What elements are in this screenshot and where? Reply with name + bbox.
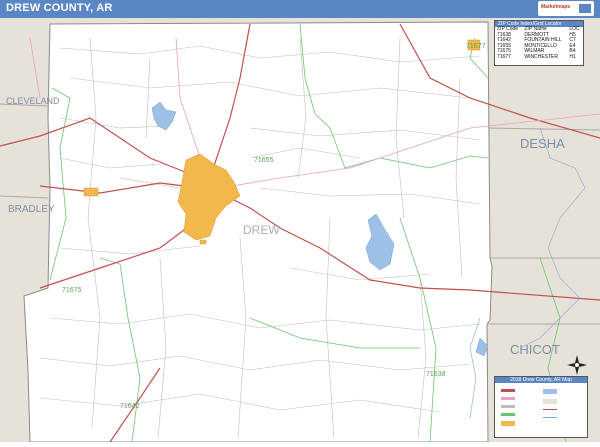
legend-highway-swatch [501,389,515,392]
wilmar-city [83,187,99,197]
legend-neighbor-swatch [543,399,557,404]
zip-loc: H1 [569,53,576,60]
legend-zip-swatch [501,413,515,416]
title-bar: DREW COUNTY, AR Marketmaps [0,0,600,18]
map-title: DREW COUNTY, AR [6,2,113,14]
legend-title: 2018 Drew County, AR Map [495,377,587,383]
county-label: DREW [243,223,280,237]
neighbor-label-chicot: CHICOT [510,342,560,357]
zip-label-71642: 71642 [120,403,140,410]
flag-icon [579,4,591,13]
zip-name: WINCHESTER [524,53,558,60]
neighbor-label-desha: DESHA [520,136,565,151]
legend-swatch [543,409,557,410]
legend-water-swatch [543,389,557,394]
table-row: 71677 WINCHESTER H1 [495,53,583,61]
legend-local-road-swatch [501,405,515,408]
zip-code: 71677 [497,53,511,60]
zip-index-table: ZIP Code Index/Grid Locator ZIP Code ZIP… [494,20,584,66]
neighbor-label-bradley: BRADLEY [8,204,55,215]
legend-state-road-swatch [501,397,515,400]
zip-label-71655: 71655 [254,157,274,164]
legend-city-swatch [501,421,515,426]
zip-table: ZIP Code ZIP Name LOC 71638 DERMOTT H5 7… [495,26,583,61]
map-legend: 2018 Drew County, AR Map [494,376,588,438]
brand-logo[interactable]: Marketmaps [538,1,594,16]
zip-label-71675: 71675 [62,287,82,294]
neighbor-label-cleveland: CLEVELAND [6,96,60,106]
legend-stream-swatch [543,417,557,418]
brand-logo-text: Marketmaps [541,4,571,10]
small-town [199,239,207,245]
zip-label-71638: 71638 [426,371,446,378]
zip-label-71677: 71677 [466,43,486,50]
